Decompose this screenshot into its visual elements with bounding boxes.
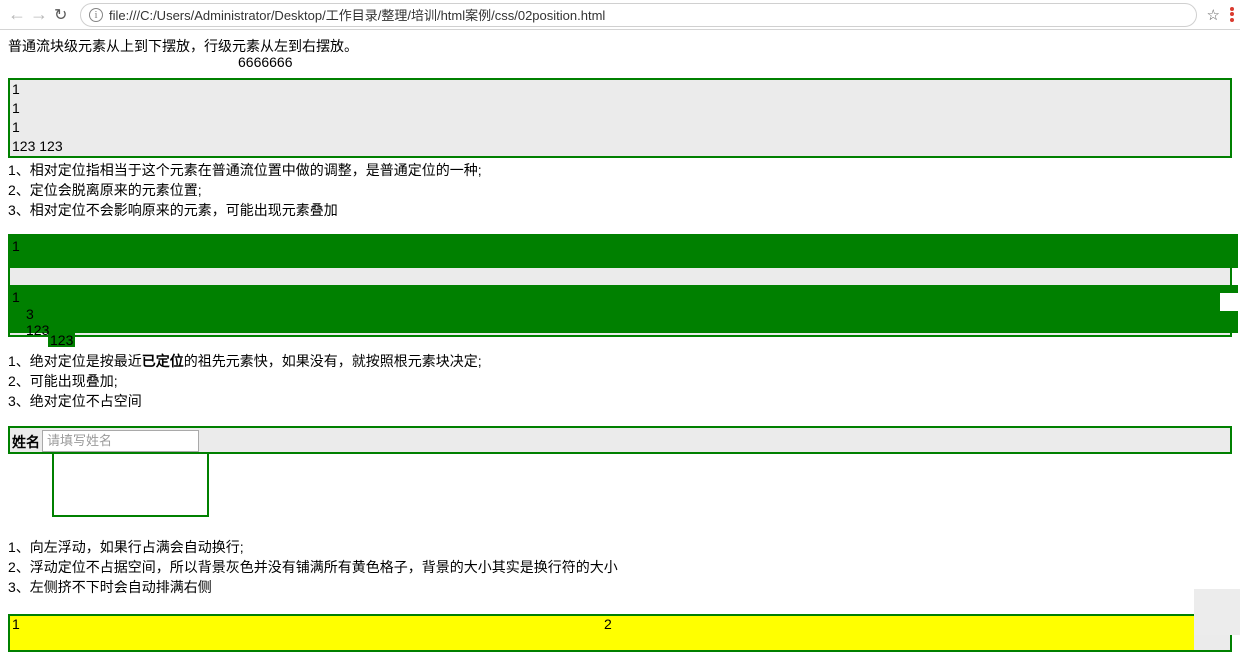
absolute-notes: 1、绝对定位是按最近已定位的祖先元素快，如果没有，就按照根元素块决定; 2、可能… (8, 351, 1232, 412)
note-line: 3、左侧挤不下时会自动排满右侧 (8, 577, 1232, 597)
rel-line: 1 (10, 237, 1230, 256)
note-line: 1、绝对定位是按最近已定位的祖先元素快，如果没有，就按照根元素块决定; (8, 351, 1232, 371)
name-input[interactable] (42, 430, 199, 452)
relative-notes: 1、相对定位指相当于这个元素在普通流位置中做的调整，是普通定位的一种; 2、定位… (8, 160, 1232, 221)
note-line: 1、向左浮动，如果行占满会自动换行; (8, 537, 1232, 557)
note-line: 2、浮动定位不占据空间，所以背景灰色并没有铺满所有黄色格子，背景的大小其实是换行… (8, 557, 1232, 577)
intro-text: 普通流块级元素从上到下摆放，行级元素从左到右摆放。 (8, 36, 1232, 56)
normal-flow-line: 1 (10, 99, 1230, 118)
name-form: 姓名 (8, 426, 1232, 454)
float-notes: 1、向左浮动，如果行占满会自动换行; 2、浮动定位不占据空间，所以背景灰色并没有… (8, 537, 1232, 598)
note-line: 3、绝对定位不占空间 (8, 391, 1232, 411)
note-line: 3、相对定位不会影响原来的元素，可能出现元素叠加 (8, 200, 1232, 220)
normal-flow-line: 1 (10, 80, 1230, 99)
intro-666: 6666666 (238, 54, 293, 70)
page-content: 普通流块级元素从上到下摆放，行级元素从左到右摆放。 6666666 1 1 1 … (0, 30, 1240, 652)
normal-flow-line: 123 123 (10, 137, 1230, 156)
normal-flow-line: 1 (10, 118, 1230, 137)
menu-icon[interactable] (1230, 7, 1234, 23)
note-text: 的祖先元素快，如果没有，就按照根元素块决定; (184, 353, 482, 369)
note-text: 1、绝对定位是按最近 (8, 353, 142, 369)
note-line: 1、相对定位指相当于这个元素在普通流位置中做的调整，是普通定位的一种; (8, 160, 1232, 180)
dropdown-panel (52, 454, 209, 517)
browser-toolbar: ← → ↻ i file:///C:/Users/Administrator/D… (0, 0, 1240, 30)
note-line: 2、可能出现叠加; (8, 371, 1232, 391)
url-text: file:///C:/Users/Administrator/Desktop/工… (109, 5, 605, 24)
note-line: 2、定位会脱离原来的元素位置; (8, 180, 1232, 200)
name-label: 姓名 (12, 430, 40, 452)
back-button[interactable]: ← (8, 4, 26, 25)
float-cell-2: 2 (602, 616, 1194, 650)
info-icon: i (89, 8, 103, 22)
relative-demo-box: 1 1 3 123 123 (8, 235, 1232, 337)
corner-stub (1194, 589, 1240, 635)
float-cell-1: 1 (10, 616, 602, 650)
address-bar[interactable]: i file:///C:/Users/Administrator/Desktop… (80, 3, 1197, 27)
rel-line: 123 (10, 321, 1230, 340)
note-bold: 已定位 (142, 353, 184, 369)
bookmark-star-icon[interactable]: ☆ (1207, 6, 1220, 24)
forward-button[interactable]: → (30, 4, 48, 25)
float-demo: 1 2 (8, 614, 1232, 652)
reload-button[interactable]: ↻ (54, 5, 72, 25)
normal-flow-box: 1 1 1 123 123 (8, 78, 1232, 158)
